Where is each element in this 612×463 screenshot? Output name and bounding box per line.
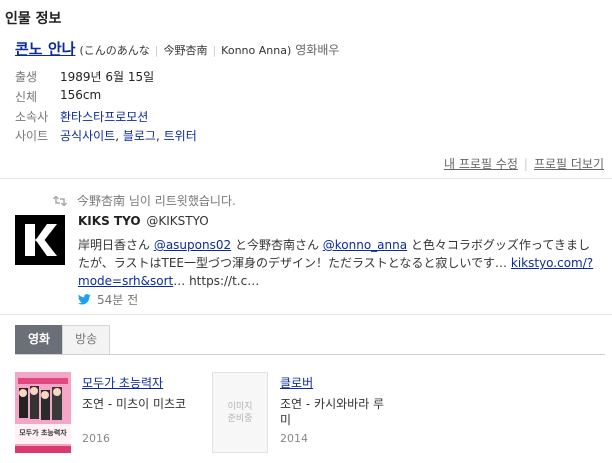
retweet-icon: [53, 195, 67, 206]
no-image-text: 이미지 준비중: [227, 401, 253, 424]
profile-links: 내 프로필 수정 | 프로필 더보기: [444, 155, 604, 172]
info-label: 소속사: [15, 110, 49, 124]
section-divider: [0, 178, 612, 179]
movie-title-link[interactable]: 모두가 초능력자: [82, 374, 163, 391]
filmography-tabs: 영화 방송: [15, 325, 111, 354]
tweet-text-part: 岸明日香さん: [78, 238, 154, 252]
movie-year: 2014: [280, 432, 308, 445]
twitter-link[interactable]: 트위터: [164, 129, 197, 143]
person-alt-names: (こんのあんな | 今野杏南 | Konno Anna): [79, 42, 291, 58]
movie-year: 2016: [82, 432, 110, 445]
tweet-time-text[interactable]: 54분 전: [97, 291, 138, 308]
tweet-text-part: と今野杏南さん: [231, 238, 323, 252]
comma: ,: [155, 129, 164, 143]
kiks-logo-icon: [25, 224, 57, 256]
tweet-text: 岸明日香さん @asupons02 と今野杏南さん @konno_anna と色…: [78, 236, 598, 290]
retweet-notice: 今野杏南 님이 리트윗했습니다.: [53, 192, 236, 209]
info-row-birth: 출생 1989년 6월 15일: [15, 68, 154, 85]
comma: ,: [115, 129, 123, 143]
movie-role: 조연 - 카시와바라 루미: [280, 397, 385, 427]
poster-image: [15, 372, 71, 453]
section-divider: [0, 314, 612, 315]
separator: |: [523, 157, 528, 171]
separator: |: [154, 44, 159, 57]
twitter-bird-icon: [78, 294, 91, 305]
info-value: 156cm: [60, 88, 102, 102]
edit-profile-link[interactable]: 내 프로필 수정: [444, 157, 518, 171]
official-site-link[interactable]: 공식사이트: [60, 129, 115, 143]
info-row-agency: 소속사 환타스타프로모션: [15, 108, 148, 125]
info-label: 사이트: [15, 129, 49, 143]
movie-poster[interactable]: 모두가 초능력자: [15, 372, 71, 453]
person-name-jp: 今野杏南: [163, 44, 208, 57]
tweet-author-handle[interactable]: @KIKSTYO: [146, 214, 208, 228]
mention-link[interactable]: @asupons02: [154, 238, 231, 252]
info-label: 신체: [15, 90, 38, 104]
person-name-link[interactable]: 콘노 안나: [15, 38, 75, 59]
tab-broadcast[interactable]: 방송: [62, 325, 111, 354]
avatar[interactable]: [15, 215, 65, 265]
movie-role: 조연 - 미츠이 미츠코: [82, 397, 187, 411]
info-row-body: 신체 156cm: [15, 88, 101, 105]
movie-title-link[interactable]: 클로버: [280, 374, 313, 391]
info-row-site: 사이트 공식사이트, 블로그, 트위터: [15, 127, 197, 144]
tab-movie[interactable]: 영화: [15, 325, 64, 354]
retweet-text: 今野杏南 님이 리트윗했습니다.: [77, 194, 236, 208]
tweet-time: 54분 전: [78, 291, 138, 308]
tweet-author-name[interactable]: KIKS TYO: [78, 214, 141, 228]
agency-link[interactable]: 환타스타프로모션: [60, 110, 148, 124]
blog-link[interactable]: 블로그: [123, 129, 156, 143]
person-occupation: 영화배우: [295, 43, 340, 57]
tweet-text-part: … https://t.c…: [173, 274, 260, 288]
section-title: 인물 정보: [5, 11, 62, 27]
person-name-en: Konno Anna): [221, 44, 292, 57]
poster-caption: 모두가 초능력자: [19, 429, 67, 437]
no-image-placeholder[interactable]: 이미지 준비중: [212, 372, 268, 453]
more-profile-link[interactable]: 프로필 더보기: [534, 157, 604, 171]
tweet-author: KIKS TYO @KIKSTYO: [78, 214, 209, 228]
tab-underline: [15, 354, 605, 355]
mention-link[interactable]: @konno_anna: [323, 238, 407, 252]
info-value: 1989년 6월 15일: [60, 70, 155, 84]
separator: |: [212, 44, 217, 57]
info-label: 출생: [15, 70, 38, 84]
info-value: 공식사이트, 블로그, 트위터: [60, 127, 197, 144]
person-header: 콘노 안나 (こんのあんな | 今野杏南 | Konno Anna) 영화배우: [15, 38, 339, 59]
info-value: 환타스타프로모션: [60, 108, 148, 125]
person-reading: (こんのあんな: [79, 44, 150, 57]
